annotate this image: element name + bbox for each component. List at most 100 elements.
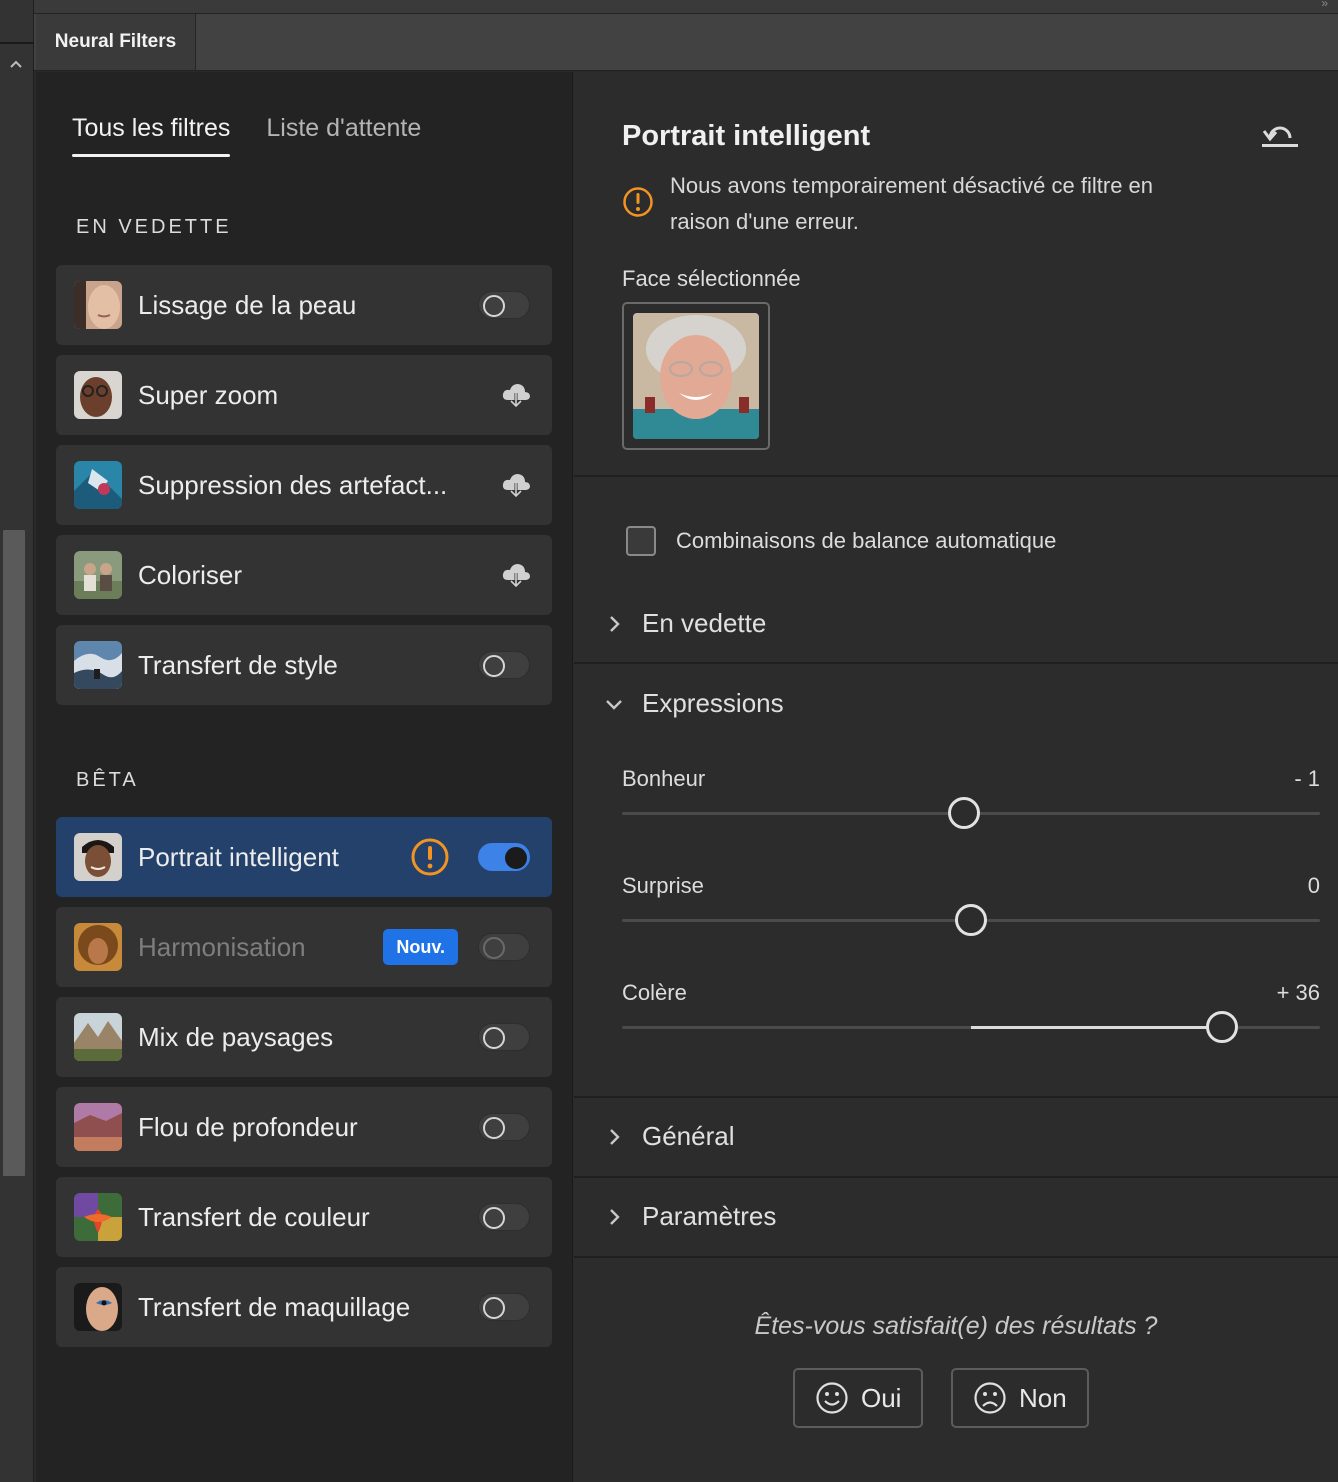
filter-list-panel: Tous les filtres Liste d'attente EN VEDE… xyxy=(36,72,573,1482)
filter-label: Lissage de la peau xyxy=(138,290,357,320)
filter-colorize[interactable]: Coloriser xyxy=(56,535,552,615)
toggle-knob xyxy=(483,937,505,959)
filter-label: Coloriser xyxy=(138,560,243,590)
accordion-settings[interactable]: Paramètres xyxy=(604,1201,776,1232)
filter-subtabs: Tous les filtres Liste d'attente xyxy=(72,114,421,157)
chevron-right-icon xyxy=(610,1208,620,1225)
accordion-label: Général xyxy=(642,1121,735,1151)
section-divider xyxy=(574,1176,1338,1178)
toggle-knob xyxy=(505,847,527,869)
auto-balance-row[interactable]: Combinaisons de balance automatique xyxy=(626,526,1056,556)
panel-tab-bar: Neural Filters xyxy=(34,14,1338,71)
filter-label: Transfert de style xyxy=(138,650,338,680)
filter-thumbnail xyxy=(74,641,122,689)
filter-artifact-removal[interactable]: Suppression des artefact... xyxy=(56,445,552,525)
accordion-featured[interactable]: En vedette xyxy=(604,608,766,639)
reset-parameters-icon[interactable] xyxy=(1260,118,1300,150)
filter-label: Transfert de maquillage xyxy=(138,1292,411,1322)
selected-face-label: Face sélectionnée xyxy=(622,266,801,291)
filter-toggle[interactable] xyxy=(478,1023,530,1051)
slider-label: Bonheur xyxy=(622,766,706,791)
accordion-label: Expressions xyxy=(642,688,784,718)
toggle-knob xyxy=(483,1297,505,1319)
section-beta-heading: BÊTA xyxy=(76,769,139,791)
filter-label: Transfert de couleur xyxy=(138,1202,370,1232)
toggle-knob xyxy=(483,1117,505,1139)
filter-skin-smoothing[interactable]: Lissage de la peau xyxy=(56,265,552,345)
filter-label: Mix de paysages xyxy=(138,1022,334,1052)
filter-toggle[interactable] xyxy=(478,1293,530,1321)
filter-thumbnail xyxy=(74,371,122,419)
slider-thumb[interactable] xyxy=(948,797,981,829)
scroll-up-arrow-icon[interactable] xyxy=(8,56,24,72)
cloud-download-icon[interactable] xyxy=(500,379,532,411)
warning-icon xyxy=(411,838,449,876)
subtab-all-filters[interactable]: Tous les filtres xyxy=(72,114,231,157)
toggle-knob xyxy=(483,295,505,317)
filter-harmonization[interactable]: Harmonisation Nouv. xyxy=(56,907,552,987)
filter-makeup-transfer[interactable]: Transfert de maquillage xyxy=(56,1267,552,1347)
filter-properties-panel: Portrait intelligent Nous avons temporai… xyxy=(574,72,1338,1482)
filter-title: Portrait intelligent xyxy=(622,120,871,152)
filter-smart-portrait[interactable]: Portrait intelligent xyxy=(56,817,552,897)
filter-color-transfer[interactable]: Transfert de couleur xyxy=(56,1177,552,1257)
toggle-knob xyxy=(483,1207,505,1229)
section-divider xyxy=(574,662,1338,664)
filter-style-transfer[interactable]: Transfert de style xyxy=(56,625,552,705)
chevron-right-icon xyxy=(610,615,620,632)
accordion-general[interactable]: Général xyxy=(604,1121,735,1152)
slider-fill xyxy=(971,1026,1223,1029)
accordion-expressions[interactable]: Expressions xyxy=(604,688,784,719)
section-divider xyxy=(574,1256,1338,1258)
slider-thumb[interactable] xyxy=(955,904,987,936)
filter-thumbnail xyxy=(74,1013,122,1061)
slider-thumb[interactable] xyxy=(1206,1011,1239,1043)
subtab-waitlist[interactable]: Liste d'attente xyxy=(266,114,421,157)
filter-toggle[interactable] xyxy=(478,1203,530,1231)
scrollbar-thumb[interactable] xyxy=(3,530,25,1176)
slider-value[interactable]: - 1 xyxy=(1294,766,1320,792)
filter-thumbnail xyxy=(74,1103,122,1151)
tab-neural-filters[interactable]: Neural Filters xyxy=(36,14,196,70)
section-divider xyxy=(574,1096,1338,1098)
feedback-no-button[interactable]: Non xyxy=(951,1368,1089,1428)
filter-toggle[interactable] xyxy=(478,291,530,319)
face-image xyxy=(633,313,759,439)
gutter-divider xyxy=(0,42,34,44)
collapse-panel-icon[interactable]: » xyxy=(1321,0,1328,10)
filter-super-zoom[interactable]: Super zoom xyxy=(56,355,552,435)
filter-depth-blur[interactable]: Flou de profondeur xyxy=(56,1087,552,1167)
filter-thumbnail xyxy=(74,1193,122,1241)
filter-label: Flou de profondeur xyxy=(138,1112,358,1142)
feedback-yes-button[interactable]: Oui xyxy=(793,1368,924,1428)
filter-label: Harmonisation xyxy=(138,932,306,962)
feedback-no-label: Non xyxy=(1019,1382,1067,1413)
filter-label: Super zoom xyxy=(138,380,279,410)
smile-icon xyxy=(816,1382,848,1414)
filter-toggle[interactable] xyxy=(478,651,530,679)
auto-balance-checkbox[interactable] xyxy=(626,526,656,556)
cloud-download-icon[interactable] xyxy=(500,469,532,501)
slider-label: Colère xyxy=(622,980,687,1005)
cloud-download-icon[interactable] xyxy=(500,559,532,591)
slider-value[interactable]: 0 xyxy=(1308,873,1320,899)
filter-toggle[interactable] xyxy=(478,933,530,961)
new-badge: Nouv. xyxy=(383,929,458,965)
section-divider xyxy=(574,475,1338,477)
warning-icon xyxy=(623,187,653,217)
filter-landscape-mixer[interactable]: Mix de paysages xyxy=(56,997,552,1077)
slider-value[interactable]: + 36 xyxy=(1277,980,1320,1006)
filter-thumbnail xyxy=(74,833,122,881)
filter-thumbnail xyxy=(74,551,122,599)
toggle-knob xyxy=(483,1027,505,1049)
section-featured-heading: EN VEDETTE xyxy=(76,216,232,238)
chevron-down-icon xyxy=(606,699,622,710)
chevron-right-icon xyxy=(610,1128,620,1145)
filter-toggle[interactable] xyxy=(478,843,530,871)
accordion-label: Paramètres xyxy=(642,1201,777,1231)
selected-face-thumbnail[interactable] xyxy=(622,302,770,450)
filter-thumbnail xyxy=(74,923,122,971)
panel-top-strip: » xyxy=(34,0,1338,14)
filter-toggle[interactable] xyxy=(478,1113,530,1141)
filter-thumbnail xyxy=(74,461,122,509)
